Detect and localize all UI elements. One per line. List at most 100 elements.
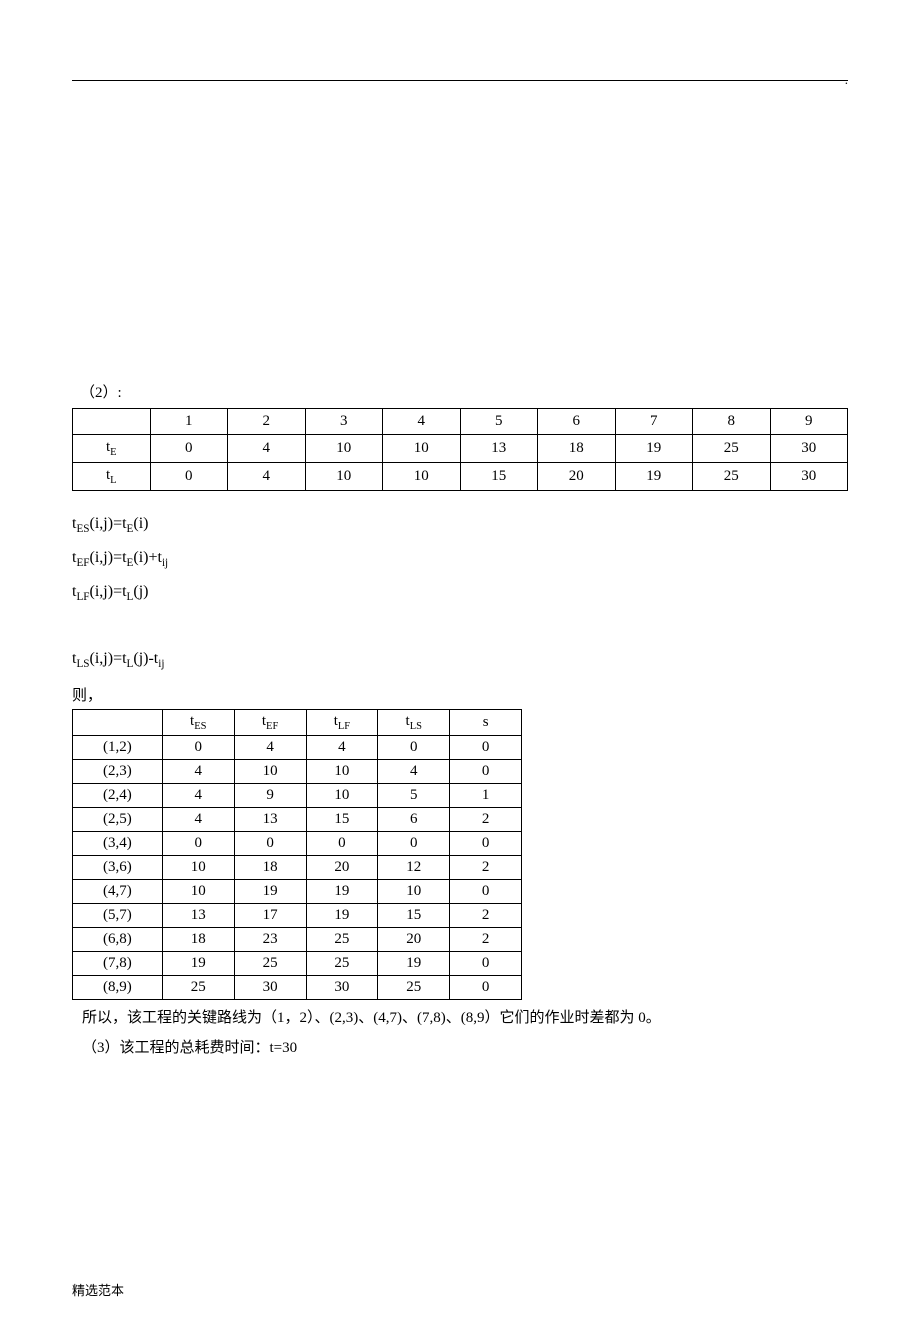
table-row: (2,4) 4 9 10 5 1 bbox=[73, 783, 522, 807]
cell: 4 bbox=[306, 735, 378, 759]
cell-blank bbox=[73, 709, 163, 735]
cell: 19 bbox=[306, 903, 378, 927]
cell: 19 bbox=[234, 879, 306, 903]
table-row: (1,2) 0 4 4 0 0 bbox=[73, 735, 522, 759]
cell: 2 bbox=[450, 855, 522, 879]
formula-tef: tEF(i,j)=tE(i)+tij bbox=[72, 549, 848, 569]
col-header-tes: tES bbox=[162, 709, 234, 735]
cell: 13 bbox=[234, 807, 306, 831]
cell: 2 bbox=[450, 903, 522, 927]
table-row: (4,7) 10 19 19 10 0 bbox=[73, 879, 522, 903]
col-header: 7 bbox=[615, 409, 693, 435]
cell: 6 bbox=[378, 807, 450, 831]
activity-pair: (4,7) bbox=[73, 879, 163, 903]
activity-pair: (3,6) bbox=[73, 855, 163, 879]
table-row: (3,4) 0 0 0 0 0 bbox=[73, 831, 522, 855]
cell: 15 bbox=[460, 463, 538, 491]
table-event-times: 1 2 3 4 5 6 7 8 9 tE 0 4 10 10 13 18 19 … bbox=[72, 408, 848, 491]
cell: 0 bbox=[450, 975, 522, 999]
table-row: (3,6) 10 18 20 12 2 bbox=[73, 855, 522, 879]
cell: 1 bbox=[450, 783, 522, 807]
cell: 10 bbox=[162, 855, 234, 879]
formula-tes: tES(i,j)=tE(i) bbox=[72, 515, 848, 535]
cell: 25 bbox=[306, 951, 378, 975]
col-header-tls: tLS bbox=[378, 709, 450, 735]
col-header: 6 bbox=[538, 409, 616, 435]
cell: 4 bbox=[378, 759, 450, 783]
activity-pair: (1,2) bbox=[73, 735, 163, 759]
cell: 10 bbox=[378, 879, 450, 903]
activity-pair: (2,5) bbox=[73, 807, 163, 831]
cell: 30 bbox=[770, 463, 848, 491]
cell: 25 bbox=[306, 927, 378, 951]
table-row: (6,8) 18 23 25 20 2 bbox=[73, 927, 522, 951]
cell: 10 bbox=[305, 435, 383, 463]
cell: 19 bbox=[306, 879, 378, 903]
cell: 25 bbox=[693, 463, 771, 491]
col-header: 5 bbox=[460, 409, 538, 435]
cell: 10 bbox=[383, 463, 461, 491]
table-row: tE 0 4 10 10 13 18 19 25 30 bbox=[73, 435, 848, 463]
cell: 23 bbox=[234, 927, 306, 951]
col-header-s: s bbox=[450, 709, 522, 735]
cell: 0 bbox=[450, 951, 522, 975]
cell: 25 bbox=[162, 975, 234, 999]
cell: 0 bbox=[378, 831, 450, 855]
cell: 17 bbox=[234, 903, 306, 927]
cell: 18 bbox=[234, 855, 306, 879]
cell: 0 bbox=[150, 463, 228, 491]
conclusion-total-time: （3）该工程的总耗费时间：t=30 bbox=[82, 1036, 848, 1060]
cell: 25 bbox=[693, 435, 771, 463]
col-header: 2 bbox=[228, 409, 306, 435]
cell: 0 bbox=[150, 435, 228, 463]
cell: 4 bbox=[162, 759, 234, 783]
cell: 5 bbox=[378, 783, 450, 807]
col-header-tlf: tLF bbox=[306, 709, 378, 735]
corner-dot: . bbox=[845, 72, 848, 88]
cell: 0 bbox=[450, 879, 522, 903]
cell: 4 bbox=[234, 735, 306, 759]
cell: 0 bbox=[450, 831, 522, 855]
cell: 4 bbox=[162, 783, 234, 807]
cell: 10 bbox=[234, 759, 306, 783]
cell: 0 bbox=[234, 831, 306, 855]
page: . （2）: 1 2 3 4 5 6 7 8 9 tE 0 4 10 10 13… bbox=[0, 0, 920, 1339]
cell: 25 bbox=[378, 975, 450, 999]
table-row: (7,8) 19 25 25 19 0 bbox=[73, 951, 522, 975]
cell: 15 bbox=[306, 807, 378, 831]
cell: 10 bbox=[306, 783, 378, 807]
col-header: 8 bbox=[693, 409, 771, 435]
table-row: tL 0 4 10 10 15 20 19 25 30 bbox=[73, 463, 848, 491]
col-header: 4 bbox=[383, 409, 461, 435]
cell: 10 bbox=[305, 463, 383, 491]
cell: 10 bbox=[383, 435, 461, 463]
cell: 0 bbox=[450, 735, 522, 759]
cell: 4 bbox=[228, 435, 306, 463]
cell: 20 bbox=[538, 463, 616, 491]
cell: 4 bbox=[228, 463, 306, 491]
col-header: 9 bbox=[770, 409, 848, 435]
cell: 2 bbox=[450, 927, 522, 951]
cell: 0 bbox=[378, 735, 450, 759]
cell: 30 bbox=[770, 435, 848, 463]
table-row: tES tEF tLF tLS s bbox=[73, 709, 522, 735]
conclusion-critical-path: 所以，该工程的关键路线为（1，2）、(2,3)、(4,7)、(7,8)、(8,9… bbox=[82, 1006, 848, 1030]
formula-tlf: tLF(i,j)=tL(j) bbox=[72, 583, 848, 603]
cell: 19 bbox=[615, 435, 693, 463]
col-header: 3 bbox=[305, 409, 383, 435]
cell: 30 bbox=[234, 975, 306, 999]
cell: 0 bbox=[450, 759, 522, 783]
cell: 9 bbox=[234, 783, 306, 807]
cell: 18 bbox=[162, 927, 234, 951]
cell: 19 bbox=[162, 951, 234, 975]
table-row: 1 2 3 4 5 6 7 8 9 bbox=[73, 409, 848, 435]
cell: 18 bbox=[538, 435, 616, 463]
cell: 20 bbox=[378, 927, 450, 951]
cell: 30 bbox=[306, 975, 378, 999]
activity-pair: (2,3) bbox=[73, 759, 163, 783]
cell: 0 bbox=[162, 735, 234, 759]
cell: 13 bbox=[460, 435, 538, 463]
table-row: (5,7) 13 17 19 15 2 bbox=[73, 903, 522, 927]
col-header-tef: tEF bbox=[234, 709, 306, 735]
cell: 0 bbox=[306, 831, 378, 855]
